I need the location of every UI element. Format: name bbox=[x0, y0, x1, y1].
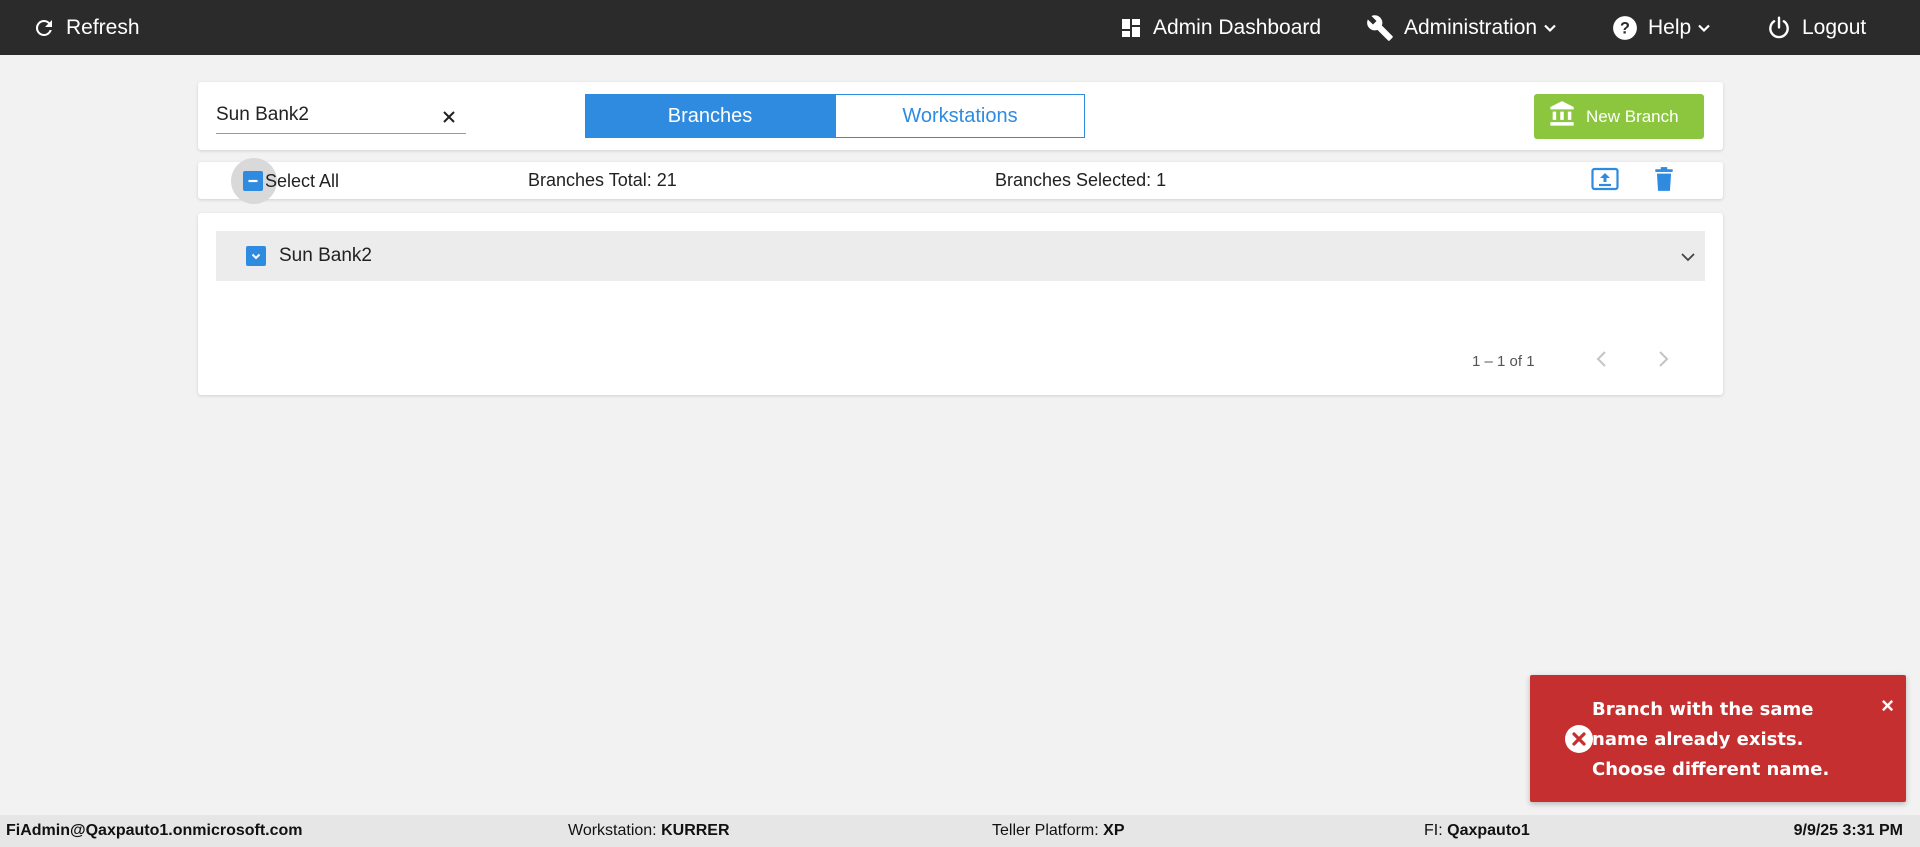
chevron-left-icon bbox=[1595, 350, 1609, 373]
branch-name: Sun Bank2 bbox=[279, 245, 372, 266]
tab-branches[interactable]: Branches bbox=[585, 94, 835, 138]
help-circle-icon: ? bbox=[1612, 15, 1638, 41]
logout-label: Logout bbox=[1802, 15, 1867, 39]
bank-building-icon bbox=[1534, 100, 1586, 133]
previous-page-button[interactable] bbox=[1589, 348, 1615, 374]
help-label: Help bbox=[1648, 15, 1692, 39]
search-toolbar: Branches Workstations New Branch bbox=[198, 82, 1723, 150]
pagination-range: 1 – 1 of 1 bbox=[1472, 353, 1535, 370]
platform-label: Teller Platform: bbox=[992, 822, 1099, 839]
fi-label: FI: bbox=[1424, 822, 1443, 839]
toast-message: Branch with the same name already exists… bbox=[1592, 699, 1830, 780]
administration-label: Administration bbox=[1404, 15, 1538, 39]
footer-platform: Teller Platform: XP bbox=[992, 815, 1125, 847]
error-circle-icon bbox=[1564, 724, 1594, 759]
status-bar: FiAdmin@Qaxpauto1.onmicrosoft.com Workst… bbox=[0, 815, 1920, 847]
upload-box-icon bbox=[1591, 167, 1619, 196]
chevron-down-icon bbox=[1697, 21, 1711, 35]
branch-list: Sun Bank2 1 – 1 of 1 bbox=[198, 213, 1723, 395]
power-icon bbox=[1766, 15, 1792, 41]
list-item[interactable]: Sun Bank2 bbox=[216, 231, 1705, 281]
branches-total: Branches Total: 21 bbox=[528, 170, 677, 190]
export-button[interactable] bbox=[1591, 167, 1619, 195]
refresh-label: Refresh bbox=[66, 15, 140, 39]
administration-menu[interactable]: Administration bbox=[1366, 0, 1557, 55]
workstation-label: Workstation: bbox=[568, 822, 657, 839]
select-all-checkbox[interactable]: Select All bbox=[231, 158, 340, 204]
refresh-icon bbox=[32, 16, 56, 40]
branch-checkbox[interactable] bbox=[246, 246, 266, 266]
logout-button[interactable]: Logout bbox=[1766, 0, 1866, 55]
selection-bar: Select All Branches Total: 21 Branches S… bbox=[198, 158, 1723, 204]
footer-user: FiAdmin@Qaxpauto1.onmicrosoft.com bbox=[6, 815, 303, 847]
admin-dashboard-label: Admin Dashboard bbox=[1153, 15, 1322, 39]
next-page-button[interactable] bbox=[1650, 348, 1676, 374]
search-field bbox=[216, 100, 466, 134]
toast-close-button[interactable]: × bbox=[1881, 695, 1894, 717]
footer-workstation: Workstation: KURRER bbox=[568, 815, 730, 847]
error-toast: Branch with the same name already exists… bbox=[1530, 675, 1906, 802]
dashboard-grid-icon bbox=[1119, 16, 1143, 40]
svg-text:?: ? bbox=[1620, 19, 1630, 37]
top-navbar: Refresh Admin Dashboard Administration ?… bbox=[0, 0, 1920, 55]
chevron-down-icon[interactable] bbox=[1679, 248, 1697, 271]
fi-value: Qaxpauto1 bbox=[1447, 822, 1530, 839]
branches-selected: Branches Selected: 1 bbox=[995, 170, 1167, 190]
admin-dashboard-link[interactable]: Admin Dashboard bbox=[1119, 0, 1321, 55]
chevron-right-icon bbox=[1656, 350, 1670, 373]
workstation-value: KURRER bbox=[661, 822, 730, 839]
indeterminate-checkbox-icon bbox=[243, 170, 263, 191]
clear-search-icon[interactable] bbox=[440, 108, 458, 126]
platform-value: XP bbox=[1103, 822, 1125, 839]
search-input[interactable] bbox=[216, 100, 431, 130]
new-branch-label: New Branch bbox=[1586, 106, 1679, 126]
tab-workstations[interactable]: Workstations bbox=[835, 94, 1085, 138]
footer-datetime: 9/9/25 3:31 PM bbox=[1794, 815, 1903, 847]
trash-icon bbox=[1653, 166, 1675, 197]
user-email: FiAdmin@Qaxpauto1.onmicrosoft.com bbox=[6, 822, 303, 839]
help-menu[interactable]: ? Help bbox=[1612, 0, 1711, 55]
chevron-down-icon bbox=[1543, 21, 1557, 35]
refresh-button[interactable]: Refresh bbox=[32, 0, 140, 55]
datetime: 9/9/25 3:31 PM bbox=[1793, 822, 1903, 839]
wrench-icon bbox=[1366, 14, 1394, 42]
select-all-label: Select All bbox=[265, 171, 340, 191]
footer-fi: FI: Qaxpauto1 bbox=[1424, 815, 1530, 847]
new-branch-button[interactable]: New Branch bbox=[1534, 94, 1704, 139]
delete-button[interactable] bbox=[1650, 166, 1678, 197]
